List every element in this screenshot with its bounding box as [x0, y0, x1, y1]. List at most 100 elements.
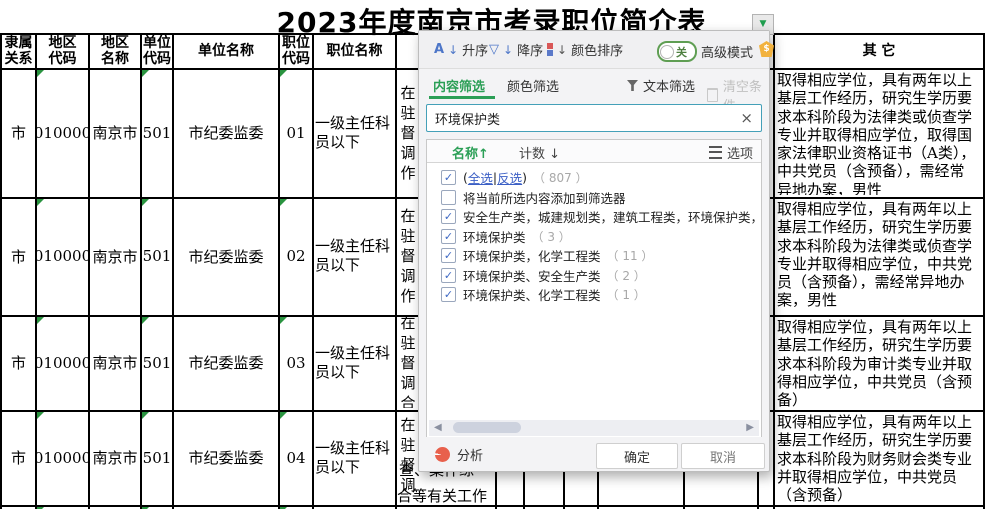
options-button[interactable]: 选项 [709, 143, 753, 162]
filter-search-input[interactable] [427, 111, 732, 126]
checkbox-checked-icon[interactable]: ✓ [441, 209, 456, 224]
cell-affiliation[interactable]: 市 [2, 199, 35, 313]
horizontal-scrollbar[interactable]: ◀ ▶ [429, 420, 759, 436]
cell-affiliation[interactable]: 市 [2, 70, 35, 195]
down-arrow-icon: ↓ [557, 44, 567, 56]
cell-affiliation[interactable]: 市 [2, 317, 35, 408]
filter-item-count: （ 11 ） [607, 247, 654, 264]
column-header[interactable]: 隶属 关系 [2, 35, 35, 66]
select-all-link[interactable]: 全选 [468, 168, 493, 187]
stored-as-text-indicator [280, 70, 287, 77]
cell-region-name[interactable]: 南京市 [90, 412, 140, 503]
cell-unit-name[interactable]: 市纪委监委 [174, 199, 278, 313]
filter-list-item[interactable]: ✓环境保护类、化学工程类（ 1 ） [427, 285, 761, 305]
text-filter-button[interactable]: 文本筛选 [627, 76, 695, 95]
cell-region-code[interactable]: 010000 [37, 70, 88, 195]
paren: ) [522, 170, 527, 185]
scroll-left-icon[interactable]: ◀ [434, 423, 442, 433]
cell-region-code[interactable]: 010000 [37, 317, 88, 408]
cell-region-name[interactable]: 南京市 [90, 317, 140, 408]
checkbox-checked-icon[interactable]: ✓ [441, 248, 456, 263]
stored-as-text-indicator [37, 317, 44, 324]
column-header[interactable]: 职位名称 [314, 35, 395, 66]
filter-list-item[interactable]: ✓环境保护类（ 3 ） [427, 227, 761, 247]
cell-position-intro[interactable]: 在 驻 督 调 合 [397, 317, 419, 408]
column-header[interactable]: 地区 代码 [37, 35, 88, 66]
cell-unit-name[interactable]: 市纪委监委 [174, 70, 278, 195]
invert-selection-link[interactable]: 反选 [497, 168, 522, 187]
ok-button[interactable]: 确定 [596, 443, 678, 469]
sort-descending-button[interactable]: ▽↓ 降序 [489, 40, 543, 59]
filter-list-item[interactable]: ✓ 安全生产类，城建规划类，建筑工程类，环境保护类， [427, 207, 761, 227]
cell-unit-code[interactable]: 501 [142, 70, 172, 195]
sort-descending-icon: ▽ [489, 43, 499, 56]
cell-unit-name[interactable]: 市纪委监委 [174, 412, 278, 503]
checkbox-checked-icon[interactable]: ✓ [441, 229, 456, 244]
cell-other-requirements[interactable]: 取得相应学位，具有两年以上基层工作经历，研究生学历要求本科阶段为审计类专业并取得… [777, 318, 979, 408]
cell-unit-code[interactable]: 501 [142, 317, 172, 408]
cell-region-name[interactable]: 南京市 [90, 70, 140, 195]
sort-by-count-button[interactable]: 计数 ↓ [519, 143, 560, 162]
column-header[interactable]: 职位 代码 [280, 35, 312, 66]
text-filter-label: 文本筛选 [643, 76, 695, 95]
advanced-mode-toggle[interactable]: 关 [657, 41, 697, 62]
analyze-button[interactable]: 分析 [435, 445, 483, 464]
tab-content-filter[interactable]: 内容筛选 [433, 76, 485, 95]
filter-list-item[interactable]: ✓(全选|反选)（ 807 ） [427, 168, 761, 188]
column-header[interactable]: 单位 代码 [142, 35, 172, 66]
spreadsheet-app: 2023年度南京市考录职位简介表 隶属 关系地区 代码地区 名称单位 代码单位名… [0, 0, 991, 509]
cell-intro-tail-line[interactable]: 合等有关工作 [397, 487, 495, 505]
filter-list-item[interactable]: 将当前所选内容添加到筛选器 [427, 188, 761, 208]
stored-as-text-indicator [37, 199, 44, 206]
premium-badge-icon: $ [759, 41, 774, 57]
cell-other-requirements[interactable]: 取得相应学位，具有两年以上基层工作经历，研究生学历要求本科阶段为法律类或侦查学专… [777, 71, 979, 195]
stored-as-text-indicator [280, 412, 287, 419]
cell-position-name[interactable]: 一级主任科员以下 [315, 317, 393, 408]
cell-unit-code[interactable]: 501 [142, 412, 172, 503]
checkbox-checked-icon[interactable]: ✓ [441, 170, 456, 185]
cell-position-name[interactable]: 一级主任科员以下 [315, 70, 393, 195]
cell-position-name[interactable]: 一级主任科员以下 [315, 199, 393, 313]
cell-unit-code[interactable]: 501 [142, 199, 172, 313]
column-header[interactable]: 其 它 [775, 35, 983, 66]
cell-position-name[interactable]: 一级主任科员以下 [315, 412, 393, 503]
color-sort-button[interactable]: ↓ 颜色排序 [547, 40, 623, 59]
stored-as-text-indicator [280, 199, 287, 206]
cell-region-code[interactable]: 010000 [37, 412, 88, 503]
stored-as-text-indicator [37, 70, 44, 77]
filter-list-item[interactable]: ✓环境保护类、安全生产类（ 2 ） [427, 266, 761, 286]
down-arrow-icon: ↓ [448, 44, 458, 56]
filter-item-label: 环境保护类 [463, 227, 526, 246]
cell-position-intro[interactable]: 在 驻 督 调 作 [397, 199, 419, 313]
filter-value-list: ✓(全选|反选)（ 807 ）将当前所选内容添加到筛选器✓安全生产类，城建规划类… [427, 162, 761, 438]
cell-position-code[interactable]: 02 [280, 199, 312, 313]
checkbox-unchecked-icon[interactable] [441, 190, 456, 205]
checkbox-checked-icon[interactable]: ✓ [441, 287, 456, 302]
filter-list-item[interactable]: ✓环境保护类，化学工程类（ 11 ） [427, 246, 761, 266]
scrollbar-thumb[interactable] [453, 422, 521, 433]
column-header[interactable]: 地区 名称 [90, 35, 140, 66]
cell-region-code[interactable]: 010000 [37, 199, 88, 313]
cell-unit-name[interactable]: 市纪委监委 [174, 317, 278, 408]
trash-icon [707, 88, 718, 102]
column-header[interactable]: 单位名称 [174, 35, 278, 66]
sort-by-name-button[interactable]: 名称↑ [452, 143, 489, 162]
tab-color-filter[interactable]: 颜色筛选 [507, 76, 559, 95]
cell-other-requirements[interactable]: 取得相应学位，具有两年以上基层工作经历，研究生学历要求本科阶段为财务财会类专业并… [777, 413, 979, 503]
scroll-right-icon[interactable]: ▶ [746, 423, 754, 433]
sort-ascending-button[interactable]: A↓ 升序 [434, 40, 488, 59]
cancel-button[interactable]: 取消 [681, 443, 765, 469]
cell-affiliation[interactable]: 市 [2, 412, 35, 503]
filter-toolbar: A↓ 升序 ▽↓ 降序 ↓ 颜色排序 关 高级模式 $ [419, 31, 769, 69]
cell-position-intro[interactable]: 在 驻 督 调 作 [397, 70, 419, 195]
cell-position-code[interactable]: 04 [280, 412, 312, 503]
clear-search-icon[interactable]: × [732, 109, 761, 127]
cell-position-code[interactable]: 01 [280, 70, 312, 195]
cell-other-requirements[interactable]: 取得相应学位，具有两年以上基层工作经历，研究生学历要求本科阶段为法律类或侦查学专… [777, 200, 979, 313]
autofilter-panel: A↓ 升序 ▽↓ 降序 ↓ 颜色排序 关 高级模式 $ [418, 30, 770, 472]
cell-position-code[interactable]: 03 [280, 317, 312, 408]
sort-ascending-label: 升序 [462, 40, 488, 59]
filter-item-label: 安全生产类，城建规划类，建筑工程类，环境保护类， [463, 207, 761, 226]
checkbox-checked-icon[interactable]: ✓ [441, 268, 456, 283]
cell-region-name[interactable]: 南京市 [90, 199, 140, 313]
